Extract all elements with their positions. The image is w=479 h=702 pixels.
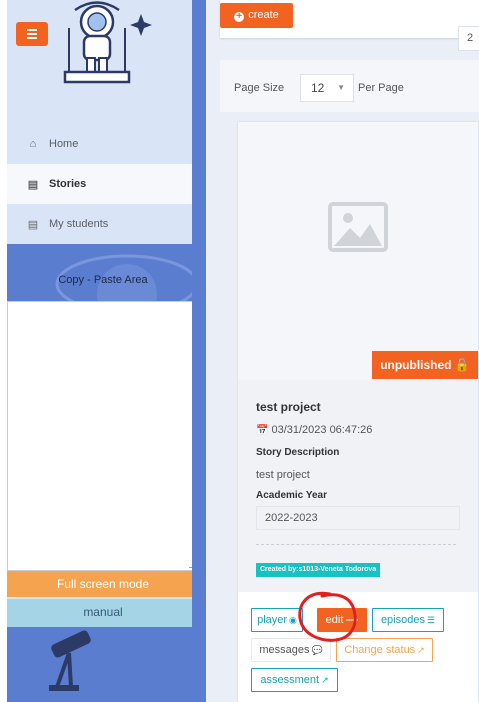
edit-button-label: edit	[325, 614, 344, 626]
created-by-badge: Created by:s1013-Veneta Todorova	[256, 563, 381, 577]
external-link-icon: ↗	[321, 675, 329, 685]
list-icon: ☰	[426, 615, 436, 625]
sidebar-footer	[7, 627, 199, 702]
copy-paste-area: Copy - Paste Area	[7, 244, 199, 574]
academic-year-value: 2022-2023	[256, 506, 460, 530]
story-card-body: test project 📅 03/31/2023 06:47:26 Story …	[238, 380, 478, 702]
arrow-right-icon: ⟶	[345, 615, 359, 625]
paste-area-label: Copy - Paste Area	[58, 274, 148, 286]
list-icon: ▤	[27, 178, 39, 191]
hamburger-line	[27, 37, 37, 39]
plus-circle-icon: +	[234, 12, 245, 22]
description-label: Story Description	[256, 447, 340, 458]
page-size-label: Page Size	[234, 82, 285, 94]
telescope-icon	[49, 630, 91, 691]
episodes-button-label: episodes	[380, 614, 425, 626]
caret-down-icon: ▼	[337, 83, 345, 92]
image-placeholder-icon	[328, 202, 388, 252]
fullscreen-mode-button[interactable]: Full screen mode	[7, 571, 199, 597]
change-status-button-label: Change status	[344, 644, 416, 656]
player-button-label: player	[257, 614, 288, 626]
home-icon: ⌂	[29, 138, 37, 150]
main-content: + create 2 Page Size 12 ▼ Per Page unpubl…	[206, 0, 479, 702]
story-title: test project	[256, 400, 321, 414]
external-link-icon: ↗	[417, 645, 425, 655]
sidebar-edge	[192, 0, 206, 702]
story-date: 📅 03/31/2023 06:47:26	[256, 424, 372, 436]
hamburger-line	[27, 33, 37, 35]
comment-icon: 💬	[311, 645, 323, 655]
page-size-value: 12	[311, 81, 325, 95]
hamburger-line	[27, 29, 37, 31]
messages-button[interactable]: messages 💬	[251, 638, 331, 662]
unlock-icon: 🔓	[454, 358, 470, 372]
story-thumbnail: unpublished 🔓	[238, 122, 478, 380]
episodes-button[interactable]: episodes ☰	[372, 608, 444, 632]
eye-icon: ◉	[289, 615, 297, 625]
sidebar-item-label: My students	[49, 218, 109, 230]
messages-button-label: messages	[259, 644, 310, 656]
status-badge[interactable]: unpublished 🔓	[372, 351, 478, 379]
sidebar-item-home[interactable]: ⌂ Home	[7, 124, 199, 164]
page-number-box[interactable]: 2	[458, 26, 479, 51]
menu-toggle-button[interactable]	[16, 22, 48, 46]
assessment-button-label: assessment	[260, 674, 320, 686]
change-status-button[interactable]: Change status ↗	[336, 638, 433, 662]
academic-year-label: Academic Year	[256, 490, 327, 501]
list-icon: ▤	[27, 218, 39, 231]
create-button-label: create	[248, 9, 279, 21]
page-size-select[interactable]: 12 ▼	[300, 74, 354, 102]
player-button[interactable]: player ◉	[251, 608, 303, 632]
page-size-bar: Page Size 12 ▼ Per Page	[220, 60, 479, 112]
divider	[256, 544, 456, 545]
description-value: test project	[256, 469, 310, 481]
sidebar-item-label: Stories	[49, 178, 87, 190]
create-button[interactable]: + create	[220, 3, 293, 28]
status-badge-label: unpublished	[380, 358, 452, 372]
manual-button[interactable]: manual	[7, 599, 199, 627]
per-page-label: Per Page	[358, 82, 404, 94]
sidebar-item-stories[interactable]: ▤ Stories	[7, 164, 199, 204]
calendar-icon: 📅	[256, 425, 269, 436]
assessment-button[interactable]: assessment ↗	[251, 668, 338, 692]
sidebar-nav: ⌂ Home ▤ Stories ▤ My students	[7, 124, 199, 244]
story-date-value: 03/31/2023 06:47:26	[271, 424, 373, 436]
sidebar: ⌂ Home ▤ Stories ▤ My students Copy - Pa…	[7, 0, 206, 702]
edit-button[interactable]: edit ⟶	[317, 608, 367, 632]
paste-textarea[interactable]	[7, 301, 199, 571]
astronaut-logo-icon	[63, 1, 152, 84]
story-card: unpublished 🔓 test project 📅 03/31/2023 0…	[238, 122, 478, 702]
sidebar-item-label: Home	[49, 138, 79, 150]
sidebar-item-my-students[interactable]: ▤ My students	[7, 204, 199, 244]
